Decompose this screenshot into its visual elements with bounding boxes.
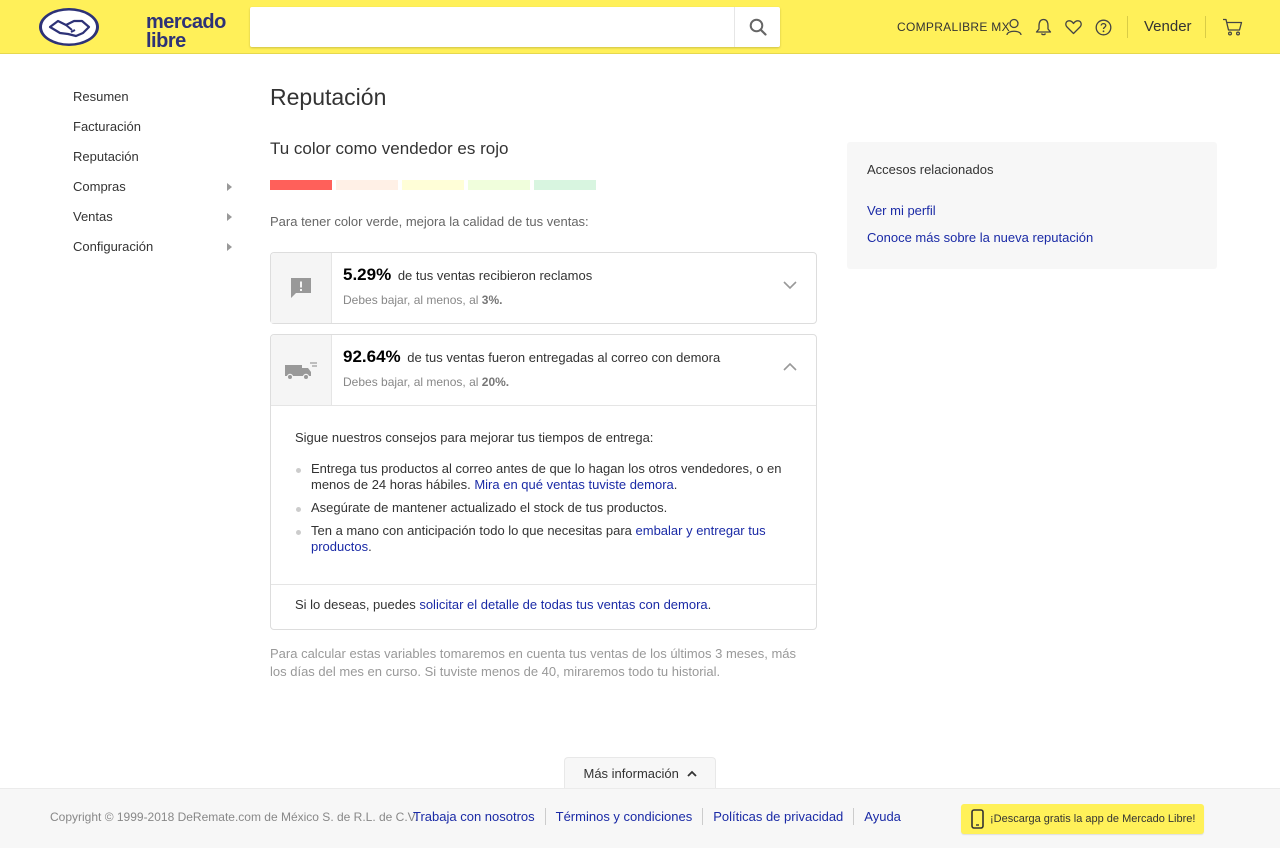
help-icon[interactable]: [1093, 17, 1113, 37]
site-footer: Copyright © 1999-2018 DeRemate.com de Mé…: [0, 788, 1280, 848]
thermometer-segment-light-green: [468, 180, 530, 190]
cart-icon[interactable]: [1221, 17, 1243, 37]
sidebar-item-label: Reputación: [73, 149, 139, 164]
search-button[interactable]: [734, 7, 780, 47]
sidebar-item-label: Compras: [73, 179, 126, 194]
chevron-right-icon: [227, 213, 232, 221]
logo-word-2: libre: [146, 30, 186, 52]
copyright-text: Copyright © 1999-2018 DeRemate.com de Mé…: [50, 810, 418, 824]
tip-item: Entrega tus productos al correo antes de…: [295, 461, 785, 493]
card-icon-container: [271, 253, 332, 323]
tip-text: Ten a mano con anticipación todo lo que …: [311, 523, 632, 538]
download-app-button[interactable]: ¡Descarga gratis la app de Mercado Libre…: [961, 804, 1204, 834]
footer-link-jobs[interactable]: Trabaja con nosotros: [413, 808, 545, 825]
top-header: mercado libre COMPRALIBRE MX Vender: [0, 0, 1280, 54]
claim-alert-icon: [291, 278, 311, 298]
mercadolibre-logo[interactable]: mercado libre: [38, 6, 226, 51]
sidebar-item-label: Configuración: [73, 239, 154, 254]
thermometer-segment-red: [270, 180, 332, 190]
delays-tips: Sigue nuestros consejos para mejorar tus…: [271, 405, 816, 580]
claims-metric: 5.29% de tus ventas recibieron reclamos: [343, 265, 592, 285]
handshake-logo-icon: [39, 8, 99, 46]
sidebar-item-label: Facturación: [73, 119, 141, 134]
delivery-truck-icon: [285, 362, 317, 381]
footer-links: Trabaja con nosotros Términos y condicio…: [413, 808, 911, 825]
sidebar-item-label: Ventas: [73, 209, 113, 224]
tip-text: Asegúrate de mantener actualizado el sto…: [311, 500, 668, 515]
search-bar: [250, 7, 780, 47]
delayed-sales-link[interactable]: Mira en qué ventas tuviste demora: [474, 477, 673, 492]
search-input[interactable]: [250, 7, 734, 47]
delays-target-value: 20%.: [481, 375, 510, 389]
thermometer-segment-orange: [336, 180, 398, 190]
delays-card-footer: Si lo deseas, puedes solicitar el detall…: [271, 584, 816, 629]
sidebar-item-facturacion[interactable]: Facturación: [73, 118, 238, 148]
delays-target-prefix: Debes bajar, al menos, al: [343, 375, 479, 389]
claims-card: 5.29% de tus ventas recibieron reclamos …: [270, 252, 817, 324]
account-sidebar: Resumen Facturación Reputación Compras V…: [73, 88, 238, 268]
download-app-label: ¡Descarga gratis la app de Mercado Libre…: [990, 813, 1196, 825]
seller-color-heading: Tu color como vendedor es rojo: [270, 139, 509, 158]
header-divider: [1205, 16, 1206, 38]
sidebar-item-label: Resumen: [73, 89, 129, 104]
claims-percent: 5.29%: [343, 265, 392, 284]
related-links-box: Accesos relacionados Ver mi perfil Conoc…: [847, 142, 1217, 269]
thermometer-segment-yellow: [402, 180, 464, 190]
tip-item: Ten a mano con anticipación todo lo que …: [295, 523, 785, 555]
request-delay-detail-link[interactable]: solicitar el detalle de todas tus ventas…: [419, 597, 707, 612]
chevron-right-icon: [227, 183, 232, 191]
claims-target: Debes bajar, al menos, al 3%.: [343, 293, 502, 307]
sell-link[interactable]: Vender: [1144, 18, 1192, 35]
footer-period: .: [707, 597, 712, 612]
chevron-up-icon: [686, 770, 697, 777]
header-divider: [1127, 16, 1128, 38]
improve-intro: Para tener color verde, mejora la calida…: [270, 214, 589, 229]
card-icon-container: [271, 335, 332, 405]
chevron-down-icon[interactable]: [780, 275, 800, 295]
chevron-up-icon[interactable]: [780, 357, 800, 377]
calculation-note: Para calcular estas variables tomaremos …: [270, 646, 797, 679]
sidebar-item-configuracion[interactable]: Configuración: [73, 238, 238, 268]
delays-card-header[interactable]: 92.64% de tus ventas fueron entregadas a…: [271, 335, 816, 405]
sidebar-item-compras[interactable]: Compras: [73, 178, 238, 208]
new-reputation-info-link[interactable]: Conoce más sobre la nueva reputación: [867, 230, 1197, 245]
more-info-toggle[interactable]: Más información: [564, 757, 716, 789]
footer-link-help[interactable]: Ayuda: [853, 808, 911, 825]
claims-target-value: 3%.: [481, 293, 503, 307]
claims-text: de tus ventas recibieron reclamos: [397, 268, 593, 283]
bell-icon[interactable]: [1033, 17, 1053, 37]
logo-wordmark: mercado libre: [146, 12, 226, 52]
footer-link-privacy[interactable]: Políticas de privacidad: [702, 808, 853, 825]
claims-target-prefix: Debes bajar, al menos, al: [343, 293, 479, 307]
chevron-right-icon: [227, 243, 232, 251]
view-profile-link[interactable]: Ver mi perfil: [867, 203, 1197, 218]
footer-text: Si lo deseas, puedes: [295, 597, 416, 612]
more-info-label: Más información: [583, 766, 679, 781]
delays-text: de tus ventas fueron entregadas al corre…: [407, 350, 721, 365]
delays-card: 92.64% de tus ventas fueron entregadas a…: [270, 334, 817, 630]
sidebar-item-ventas[interactable]: Ventas: [73, 208, 238, 238]
related-title: Accesos relacionados: [867, 162, 994, 177]
sidebar-item-resumen[interactable]: Resumen: [73, 88, 238, 118]
footer-link-terms[interactable]: Términos y condiciones: [544, 808, 703, 825]
mobile-phone-icon: [971, 809, 984, 829]
delays-metric: 92.64% de tus ventas fueron entregadas a…: [343, 347, 720, 367]
tip-period: .: [368, 539, 372, 554]
user-icon[interactable]: [1004, 17, 1024, 37]
tip-period: .: [673, 477, 678, 492]
delays-percent: 92.64%: [343, 347, 401, 366]
tip-item: Asegúrate de mantener actualizado el sto…: [295, 500, 785, 516]
search-icon: [749, 18, 767, 36]
sidebar-item-reputacion[interactable]: Reputación: [73, 148, 238, 178]
delays-target: Debes bajar, al menos, al 20%.: [343, 375, 509, 389]
thermometer-segment-green: [534, 180, 596, 190]
page-title: Reputación: [270, 84, 387, 110]
claims-card-header[interactable]: 5.29% de tus ventas recibieron reclamos …: [271, 253, 816, 323]
heart-icon[interactable]: [1063, 17, 1083, 37]
tips-title: Sigue nuestros consejos para mejorar tus…: [295, 430, 654, 445]
user-menu-name[interactable]: COMPRALIBRE MX: [897, 20, 1010, 34]
